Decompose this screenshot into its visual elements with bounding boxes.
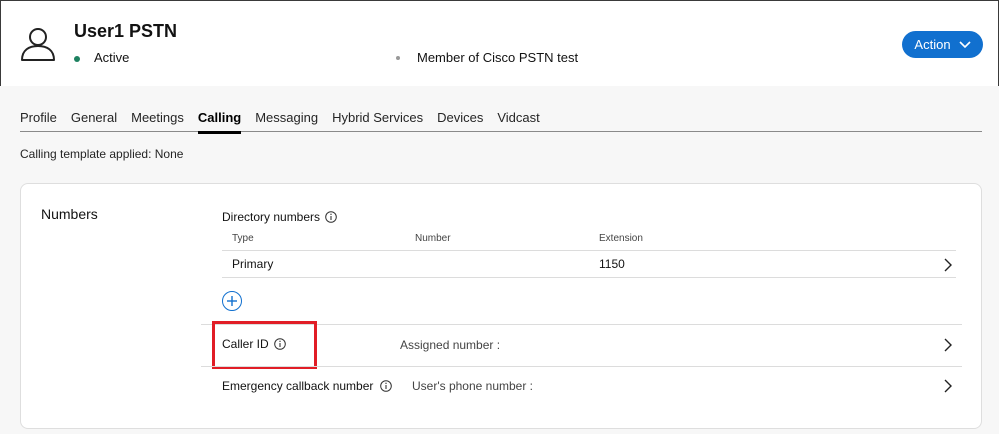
add-directory-number-button[interactable] bbox=[222, 291, 242, 311]
info-icon[interactable] bbox=[380, 380, 393, 392]
tab-meetings[interactable]: Meetings bbox=[131, 110, 184, 132]
row-extension: 1150 bbox=[599, 257, 625, 271]
bullet-icon bbox=[396, 56, 400, 60]
tab-hybrid-services[interactable]: Hybrid Services bbox=[332, 110, 423, 132]
row-type: Primary bbox=[232, 257, 274, 271]
chevron-right-icon[interactable] bbox=[944, 258, 952, 272]
column-header-number: Number bbox=[415, 233, 451, 244]
chevron-right-icon[interactable] bbox=[944, 379, 952, 393]
plus-icon bbox=[227, 296, 237, 306]
directory-numbers-heading: Directory numbers bbox=[222, 210, 337, 224]
user-name: User1 PSTN bbox=[74, 21, 178, 41]
emergency-callback-heading: Emergency callback number bbox=[222, 379, 393, 393]
calling-template-label: Calling template applied: bbox=[20, 147, 152, 161]
highlight-box bbox=[212, 321, 317, 369]
user-header: User1 PSTN Active Member of Cisco PSTN t… bbox=[0, 0, 999, 86]
tab-bar: Profile General Meetings Calling Messagi… bbox=[20, 110, 982, 134]
numbers-section-title: Numbers bbox=[41, 206, 98, 222]
emergency-callback-label: Emergency callback number bbox=[222, 379, 374, 393]
divider bbox=[222, 277, 956, 278]
tab-devices[interactable]: Devices bbox=[437, 110, 483, 132]
tab-messaging[interactable]: Messaging bbox=[255, 110, 318, 132]
column-header-extension: Extension bbox=[599, 233, 643, 244]
tab-calling[interactable]: Calling bbox=[197, 110, 242, 134]
tab-vidcast[interactable]: Vidcast bbox=[497, 110, 539, 132]
column-header-type: Type bbox=[232, 233, 254, 244]
info-icon[interactable] bbox=[325, 211, 337, 223]
tab-general[interactable]: General bbox=[71, 110, 117, 132]
chevron-right-icon[interactable] bbox=[944, 338, 952, 352]
tab-profile[interactable]: Profile bbox=[20, 110, 57, 132]
calling-template-info: Calling template applied: None bbox=[20, 147, 183, 161]
numbers-card: Numbers Directory numbers Type Number Ex… bbox=[20, 183, 982, 429]
chevron-down-icon bbox=[958, 40, 971, 48]
user-membership: Member of Cisco PSTN test bbox=[417, 50, 579, 65]
calling-template-value: None bbox=[154, 147, 184, 161]
action-button-label: Action bbox=[914, 37, 951, 52]
divider bbox=[222, 250, 956, 251]
user-avatar-icon bbox=[21, 28, 55, 61]
status-dot-icon bbox=[74, 56, 80, 62]
user-status: Active bbox=[94, 50, 130, 65]
divider bbox=[201, 366, 962, 367]
caller-id-value: Assigned number : bbox=[400, 338, 501, 352]
directory-numbers-label: Directory numbers bbox=[222, 210, 321, 224]
action-button[interactable]: Action bbox=[902, 31, 983, 58]
emergency-callback-value: User's phone number : bbox=[412, 379, 534, 393]
